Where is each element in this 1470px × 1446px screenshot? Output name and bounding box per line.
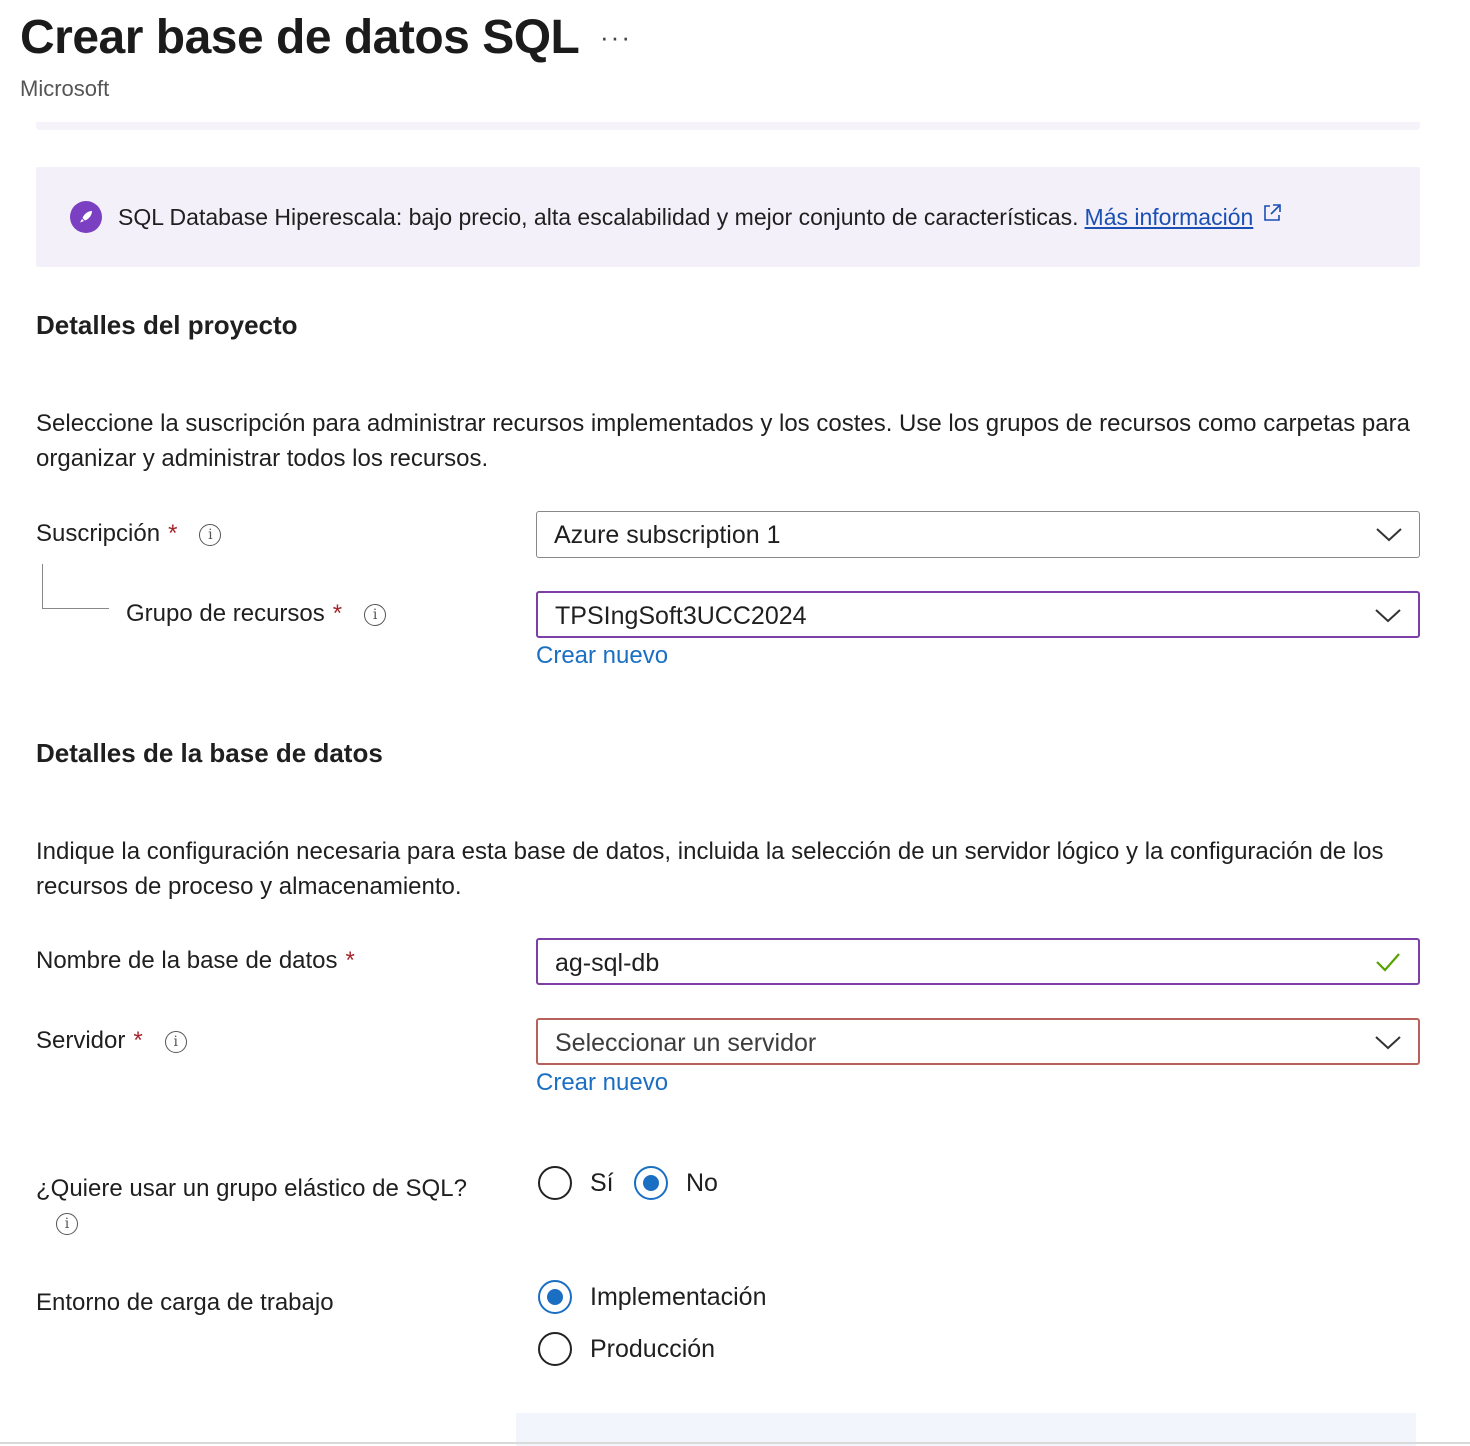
elastic-pool-label: ¿Quiere usar un grupo elástico de SQL?	[36, 1175, 467, 1202]
server-dropdown[interactable]: Seleccionar un servidor	[536, 1018, 1420, 1065]
server-label-text: Servidor	[36, 1027, 126, 1054]
project-details-description: Seleccione la suscripción para administr…	[36, 410, 1410, 472]
rocket-icon	[70, 201, 102, 233]
required-asterisk: *	[168, 520, 178, 547]
database-details-description: Indique la configuración necesaria para …	[36, 838, 1384, 900]
chevron-down-icon	[1375, 524, 1403, 549]
workload-development-label[interactable]: Implementación	[590, 1283, 766, 1312]
resource-group-label-text: Grupo de recursos	[126, 600, 325, 627]
info-icon[interactable]: i	[164, 1030, 187, 1053]
checkmark-icon	[1374, 950, 1402, 979]
elastic-pool-no-radio[interactable]	[634, 1166, 668, 1200]
resource-group-value: TPSIngSoft3UCC2024	[555, 602, 807, 630]
info-icon[interactable]: i	[364, 603, 387, 626]
page-title: Crear base de datos SQL	[20, 11, 580, 64]
required-asterisk: *	[332, 600, 343, 627]
publisher-label: Microsoft	[20, 76, 110, 101]
required-asterisk: *	[345, 947, 355, 974]
workload-development-radio[interactable]	[538, 1280, 572, 1314]
elastic-pool-yes-label[interactable]: Sí	[590, 1169, 614, 1198]
required-asterisk: *	[133, 1027, 143, 1054]
project-details-heading: Detalles del proyecto	[36, 310, 298, 340]
database-name-label: Nombre de la base de datos *	[36, 947, 355, 975]
create-resource-group-link[interactable]: Crear nuevo	[536, 642, 668, 670]
workload-production-radio[interactable]	[538, 1332, 572, 1366]
database-name-value: ag-sql-db	[555, 949, 660, 977]
database-details-heading: Detalles de la base de datos	[36, 738, 383, 768]
create-server-link[interactable]: Crear nuevo	[536, 1069, 668, 1097]
elastic-pool-no-label[interactable]: No	[686, 1169, 718, 1198]
external-link-icon[interactable]	[1261, 202, 1283, 230]
database-name-input[interactable]: ag-sql-db	[536, 938, 1420, 985]
banner-message: SQL Database Hiperescala: bajo precio, a…	[118, 204, 1283, 231]
bottom-divider	[0, 1442, 1470, 1444]
subscription-value: Azure subscription 1	[554, 521, 781, 549]
chevron-down-icon	[1374, 1032, 1402, 1057]
resource-group-dropdown[interactable]: TPSIngSoft3UCC2024	[536, 591, 1420, 638]
server-label: Servidor * i	[36, 1027, 187, 1055]
info-icon[interactable]: i	[56, 1213, 78, 1235]
server-placeholder: Seleccionar un servidor	[555, 1029, 817, 1057]
chevron-down-icon	[1374, 605, 1402, 630]
info-icon[interactable]: i	[199, 523, 222, 546]
elastic-pool-yes-radio[interactable]	[538, 1166, 572, 1200]
banner-text: SQL Database Hiperescala: bajo precio, a…	[118, 204, 1079, 230]
subscription-label-text: Suscripción	[36, 520, 161, 547]
tree-connector	[42, 564, 109, 609]
database-name-label-text: Nombre de la base de datos	[36, 947, 338, 974]
subscription-label: Suscripción * i	[36, 520, 222, 548]
more-info-link[interactable]: Más información	[1085, 204, 1254, 230]
tab-strip-edge	[36, 122, 1420, 130]
subscription-dropdown[interactable]: Azure subscription 1	[536, 511, 1420, 558]
workload-environment-label: Entorno de carga de trabajo	[36, 1289, 334, 1316]
resource-group-label: Grupo de recursos * i	[126, 600, 387, 628]
more-options-button[interactable]: ···	[600, 22, 632, 53]
workload-production-label[interactable]: Producción	[590, 1335, 715, 1364]
